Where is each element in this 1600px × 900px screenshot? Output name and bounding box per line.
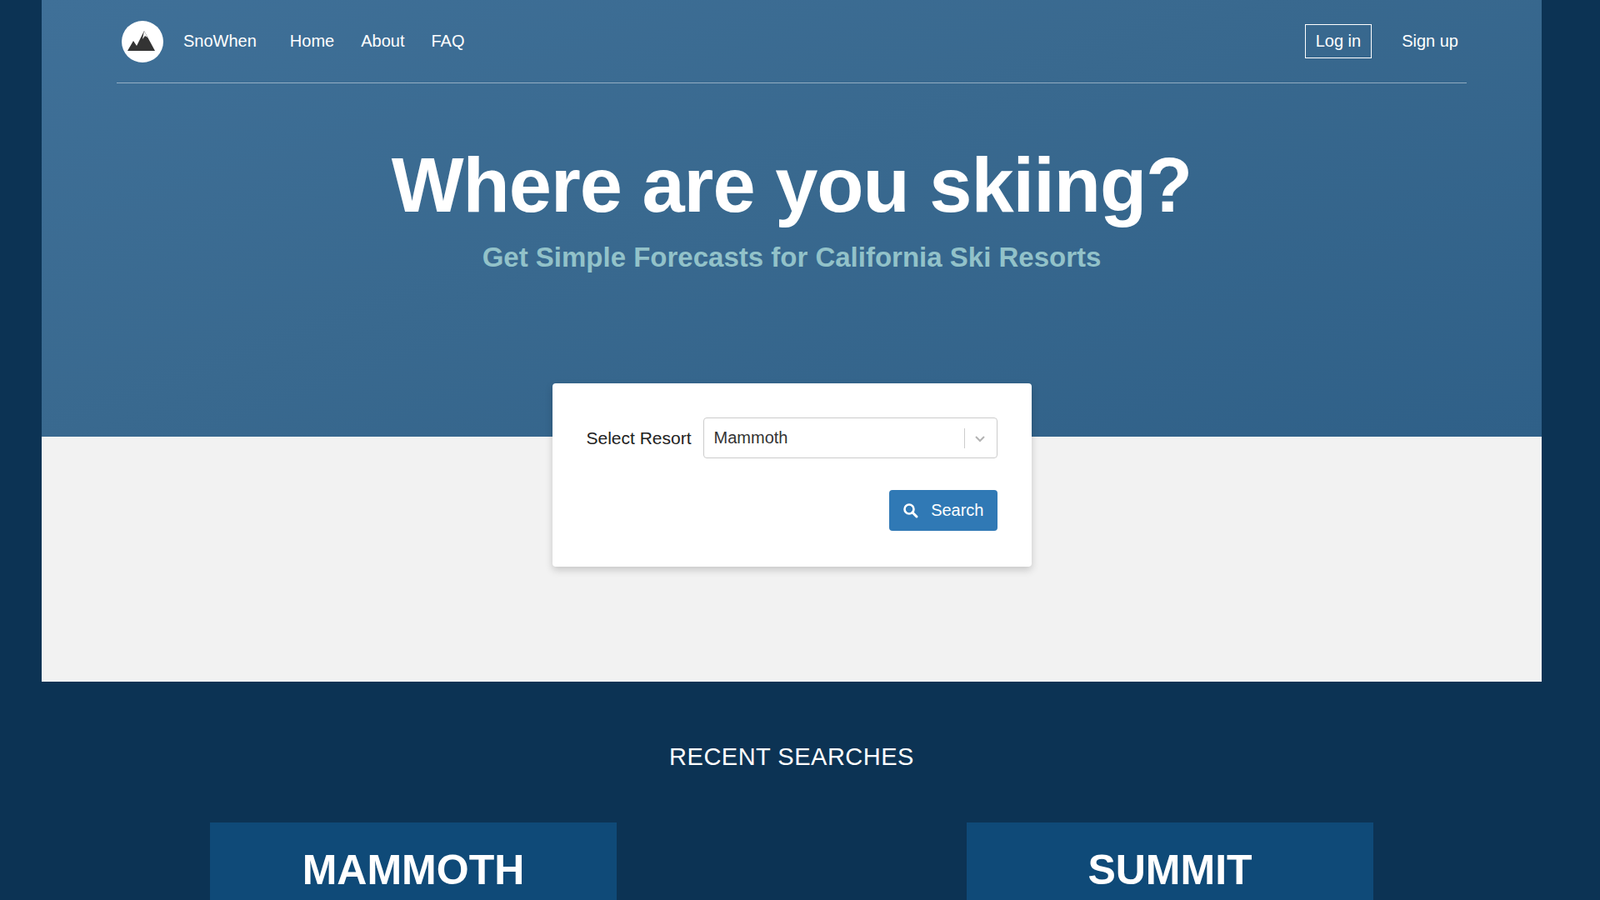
login-button[interactable]: Log in	[1305, 24, 1373, 59]
select-separator	[964, 428, 965, 449]
signup-link[interactable]: Sign up	[1401, 31, 1459, 51]
nav-right: Log in Sign up	[1305, 24, 1467, 59]
hero-title: Where are you skiing?	[116, 141, 1467, 230]
recent-card[interactable]: MAMMOTH	[210, 822, 617, 900]
resort-row: Select Resort Mammoth	[586, 417, 998, 459]
search-button[interactable]: Search	[889, 490, 997, 531]
brand-name: SnoWhen	[183, 31, 257, 51]
recent-heading: RECENT SEARCHES	[41, 743, 1542, 771]
brand-link[interactable]: SnoWhen	[121, 20, 257, 63]
recent-section: RECENT SEARCHES MAMMOTH SUMMIT	[41, 681, 1542, 900]
nav-link[interactable]: About	[360, 31, 405, 51]
mountain-logo-icon	[121, 20, 164, 63]
hero-subtitle: Get Simple Forecasts for California Ski …	[116, 241, 1467, 274]
resort-select[interactable]: Mammoth	[703, 417, 998, 459]
resort-label: Select Resort	[586, 428, 692, 449]
chevron-down-icon	[971, 430, 989, 447]
nav-link[interactable]: FAQ	[430, 31, 465, 51]
nav-left: SnoWhen Home About FAQ	[116, 20, 491, 63]
nav-link[interactable]: Home	[290, 31, 335, 51]
hero: SnoWhen Home About FAQ Log in Sign up Where ar…	[41, 0, 1542, 437]
search-section: Select ResortMammothSearch	[41, 436, 1542, 682]
page: SnoWhen Home About FAQ Log in Sign up Where ar…	[0, 0, 1600, 900]
search-card: Select Resort Mammoth Search	[552, 383, 1032, 567]
button-row: Search	[586, 490, 998, 531]
recent-list: MAMMOTH SUMMIT	[41, 822, 1542, 900]
navbar: SnoWhen Home About FAQ Log in Sign up	[116, 0, 1467, 84]
recent-name: MAMMOTH	[302, 845, 525, 895]
recent-card[interactable]: SUMMIT	[966, 822, 1374, 900]
recent-name: SUMMIT	[1087, 845, 1252, 895]
magnifier-icon	[902, 502, 920, 520]
resort-value: Mammoth	[714, 428, 965, 448]
search-button-label: Search	[930, 500, 984, 520]
site-container: SnoWhen Home About FAQ Log in Sign up Where ar…	[41, 0, 1542, 900]
